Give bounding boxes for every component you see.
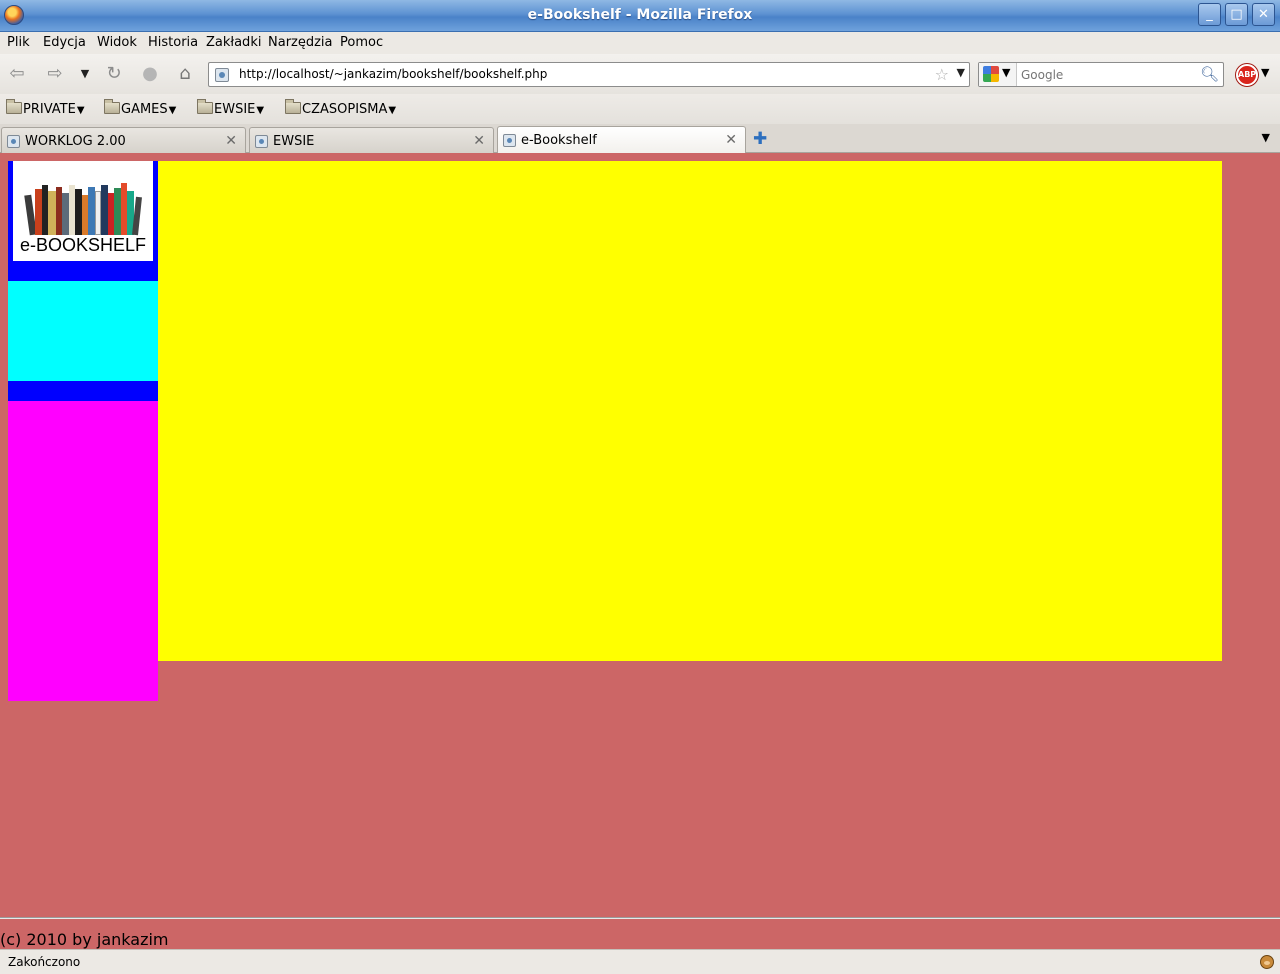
site-identity-icon[interactable] <box>215 68 229 82</box>
navigation-toolbar: ⇦ ⇨ ▼ ↻ ● ⌂ http://localhost/~jankazim/b… <box>0 54 1280 94</box>
logo-text: e-BOOKSHELF <box>19 235 147 255</box>
logo[interactable]: e-BOOKSHELF <box>13 161 153 261</box>
menu-widok[interactable]: Widok <box>97 35 137 50</box>
folder-icon <box>104 99 120 114</box>
adblock-plus-icon[interactable]: ABP <box>1236 64 1258 86</box>
greasemonkey-icon[interactable] <box>1260 955 1274 969</box>
search-bar[interactable]: ▼ 🔍︎ <box>978 62 1224 87</box>
tab-strip: WORKLOG 2.00 ✕ EWSIE ✕ e-Bookshelf ✕ ✚ ▼ <box>0 124 1280 154</box>
page-icon <box>7 135 20 148</box>
menu-narzedzia[interactable]: Narzędzia <box>268 35 333 50</box>
blue-strip <box>8 381 158 401</box>
close-button[interactable]: ✕ <box>1252 3 1275 26</box>
search-engine-selector[interactable]: ▼ <box>979 63 1017 86</box>
tab-e-bookshelf[interactable]: e-Bookshelf ✕ <box>497 126 746 154</box>
stop-icon[interactable]: ● <box>137 62 163 86</box>
menu-pomoc[interactable]: Pomoc <box>340 35 383 50</box>
menu-plik[interactable]: Plik <box>7 35 30 50</box>
close-tab-icon[interactable]: ✕ <box>225 133 237 149</box>
chevron-down-icon: ▼ <box>1002 66 1011 79</box>
bookmark-folder-ewsie[interactable]: EWSIE▼ <box>197 99 265 119</box>
folder-icon <box>6 99 22 114</box>
close-tab-icon[interactable]: ✕ <box>725 132 737 148</box>
bookmarks-toolbar: PRIVATE▼ GAMES▼ EWSIE▼ CZASOPISMA▼ <box>0 94 1280 124</box>
menu-historia[interactable]: Historia <box>148 35 198 50</box>
search-input[interactable] <box>1019 65 1199 84</box>
footer-copyright: (c) 2010 by jankazim <box>0 930 169 949</box>
menu-bar: Plik Edycja Widok Historia Zakładki Narz… <box>0 32 1280 54</box>
minimize-button[interactable]: _ <box>1198 3 1221 26</box>
page-icon <box>503 134 516 147</box>
close-tab-icon[interactable]: ✕ <box>473 133 485 149</box>
page-content: e-BOOKSHELF (c) 2010 by jankazim <box>0 153 1280 949</box>
status-text: Zakończono <box>8 955 81 969</box>
reload-icon[interactable]: ↻ <box>101 62 127 86</box>
chevron-down-icon: ▼ <box>256 105 265 116</box>
google-icon <box>983 66 999 82</box>
url-dropdown-icon[interactable]: ▼ <box>957 66 965 79</box>
menu-zakladki[interactable]: Zakładki <box>206 35 261 50</box>
new-tab-plus-icon[interactable]: ✚ <box>753 129 767 149</box>
footer-divider <box>0 917 1280 919</box>
chevron-down-icon: ▼ <box>76 105 85 116</box>
url-text[interactable]: http://localhost/~jankazim/bookshelf/boo… <box>239 67 547 81</box>
tab-worklog[interactable]: WORKLOG 2.00 ✕ <box>1 127 246 153</box>
menu-edycja[interactable]: Edycja <box>43 35 86 50</box>
sidebar: e-BOOKSHELF <box>8 161 158 701</box>
tab-label: EWSIE <box>273 134 315 149</box>
bookmark-label: PRIVATE <box>23 102 76 117</box>
magenta-panel <box>8 401 158 701</box>
adblock-dropdown-icon[interactable]: ▼ <box>1261 66 1269 79</box>
bookmark-label: CZASOPISMA <box>302 102 388 117</box>
cyan-panel <box>8 281 158 381</box>
chevron-down-icon[interactable]: ▼ <box>72 62 98 86</box>
page-icon <box>255 135 268 148</box>
tab-ewsie[interactable]: EWSIE ✕ <box>249 127 494 153</box>
window-title: e-Bookshelf - Mozilla Firefox <box>527 7 753 23</box>
tab-label: e-Bookshelf <box>521 133 597 148</box>
bookshelf-logo-image <box>24 181 142 236</box>
main-content-area <box>158 161 1222 661</box>
home-icon[interactable]: ⌂ <box>172 62 198 86</box>
folder-icon <box>285 99 301 114</box>
folder-icon <box>197 99 213 114</box>
search-icon[interactable]: 🔍︎ <box>1200 65 1219 83</box>
bookmark-folder-private[interactable]: PRIVATE▼ <box>6 99 85 119</box>
back-arrow-icon[interactable]: ⇦ <box>4 62 30 86</box>
chevron-down-icon: ▼ <box>388 105 397 116</box>
window-titlebar: e-Bookshelf - Mozilla Firefox _ □ ✕ <box>0 0 1280 32</box>
bookmark-label: EWSIE <box>214 102 256 117</box>
bookmark-label: GAMES <box>121 102 168 117</box>
tab-label: WORKLOG 2.00 <box>25 134 126 149</box>
bookmark-folder-games[interactable]: GAMES▼ <box>104 99 177 119</box>
forward-arrow-icon[interactable]: ⇨ <box>42 62 68 86</box>
status-bar: Zakończono <box>0 949 1280 974</box>
maximize-button[interactable]: □ <box>1225 3 1248 26</box>
tab-list-chevron-icon[interactable]: ▼ <box>1262 131 1270 144</box>
bookmark-folder-czasopisma[interactable]: CZASOPISMA▼ <box>285 99 397 119</box>
url-bar[interactable]: http://localhost/~jankazim/bookshelf/boo… <box>208 62 970 87</box>
bookmark-star-icon[interactable]: ☆ <box>935 65 949 84</box>
logo-frame: e-BOOKSHELF <box>8 161 158 281</box>
chevron-down-icon: ▼ <box>168 105 177 116</box>
